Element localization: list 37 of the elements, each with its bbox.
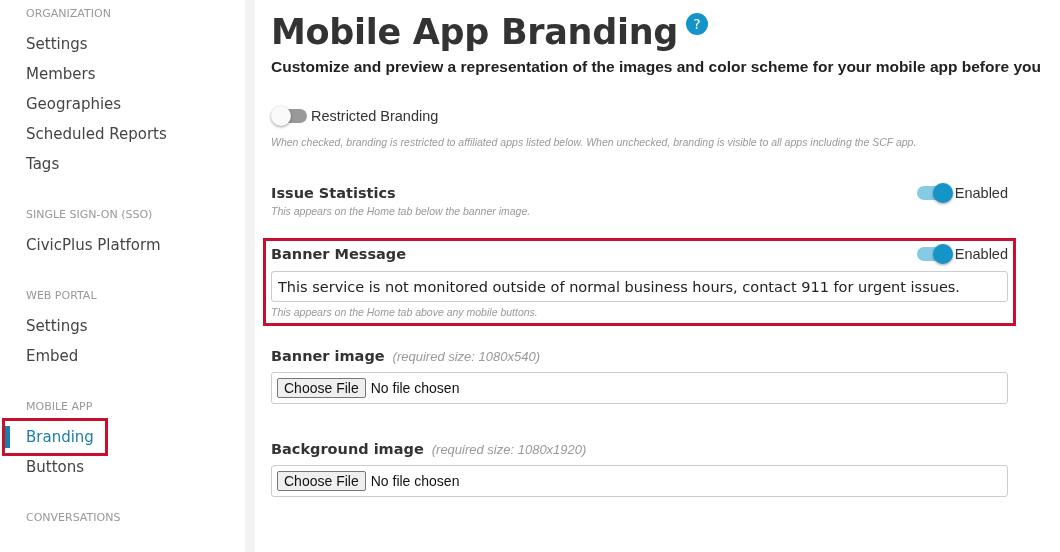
size-note: (required size: 1080x1920)	[431, 442, 587, 457]
setting-label: Issue Statistics	[271, 185, 396, 201]
nav-link[interactable]: Embed	[0, 341, 93, 371]
nav-link[interactable]: Settings	[0, 311, 102, 341]
setting-label: Banner Message	[271, 246, 407, 262]
choose-file-button[interactable]: Choose File	[277, 471, 366, 491]
section-heading: CONVERSATIONS	[25, 510, 121, 526]
nav-link[interactable]: CivicPlus Platform	[0, 230, 175, 260]
toggle-switch[interactable]	[916, 186, 951, 200]
message-field[interactable]: This service is not monitored outside of normal business hours, contact 911 for urgent issues.	[271, 271, 1008, 302]
page-title: Mobile App Branding	[271, 12, 679, 52]
file-field[interactable]: Choose File No file chosen	[271, 465, 1008, 497]
nav-link[interactable]: Scheduled Reports	[0, 119, 181, 149]
setting-label: Background image	[271, 441, 424, 457]
page-subtitle: Customize and preview a representation of the images and color scheme for your mobile app before you	[271, 58, 1042, 76]
file-status: No file chosen	[370, 380, 460, 396]
choose-file-button[interactable]: Choose File	[277, 378, 366, 398]
nav-link[interactable]: Settings	[0, 29, 102, 59]
nav-link[interactable]: Members	[0, 59, 110, 89]
section-heading: ORGANIZATION	[25, 6, 111, 22]
section-heading: MOBILE APP	[25, 399, 93, 415]
hint-text: This appears on the Home tab below the banner image.	[271, 205, 532, 217]
nav-link[interactable]: Geographies	[0, 89, 136, 119]
toggle-switch[interactable]	[916, 247, 951, 261]
hint-text: This appears on the Home tab above any mobile buttons.	[271, 306, 539, 318]
toggle-switch[interactable]	[273, 109, 307, 123]
section-heading: SINGLE SIGN-ON (SSO)	[25, 207, 153, 223]
file-status: No file chosen	[370, 473, 460, 489]
nav-link[interactable]: Tags	[0, 149, 74, 179]
state-label: Enabled	[954, 246, 1008, 262]
hint-text: When checked, branding is restricted to affiliated apps listed below. When unchecked, branding is visible to all apps including the SCF app.	[271, 136, 918, 148]
setting-label: Banner image	[271, 348, 385, 364]
toggle-label: Restricted Branding	[311, 108, 439, 124]
section-heading: WEB PORTAL	[25, 288, 97, 304]
file-field[interactable]: Choose File No file chosen	[271, 372, 1008, 404]
size-note: (required size: 1080x540)	[392, 349, 540, 364]
state-label: Enabled	[954, 185, 1008, 201]
